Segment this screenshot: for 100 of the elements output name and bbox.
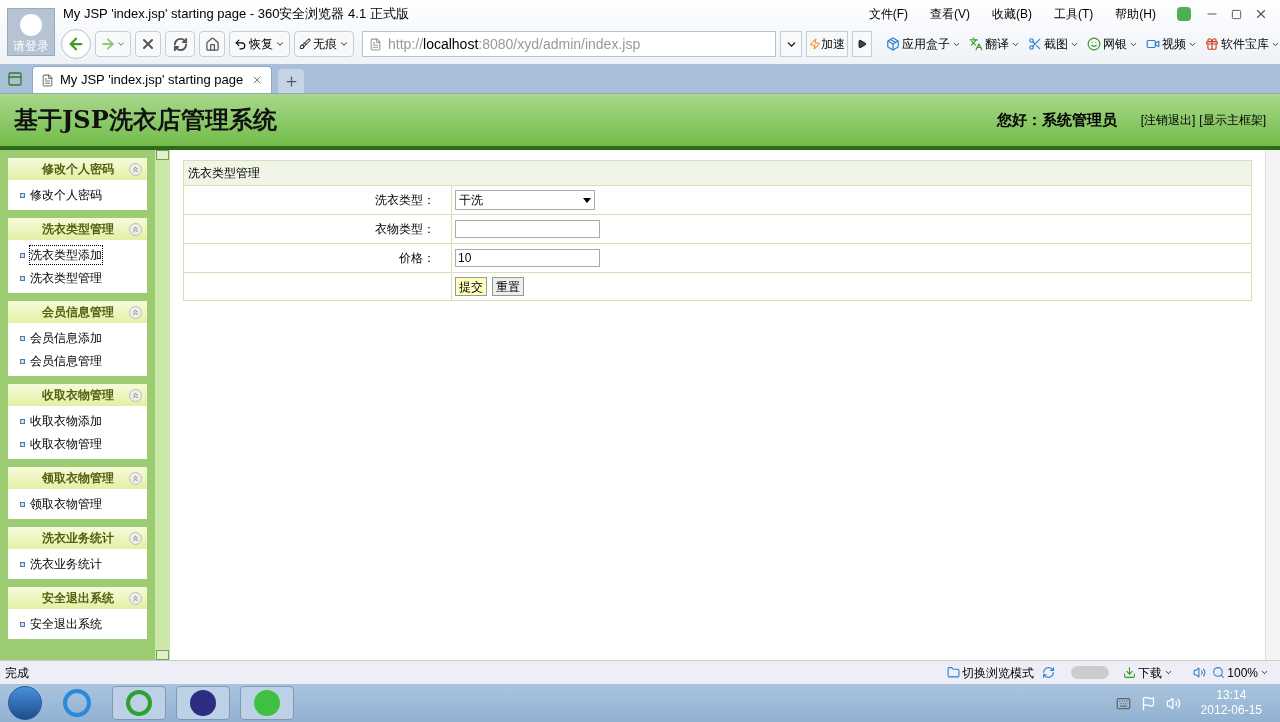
- private-mode-button[interactable]: 无痕: [294, 31, 354, 57]
- menu-item[interactable]: 收藏(B): [992, 5, 1032, 23]
- group-header[interactable]: 安全退出系统: [8, 587, 147, 609]
- x-icon: [140, 36, 156, 52]
- folder-icon: [947, 666, 961, 679]
- undo-icon: [234, 37, 247, 51]
- home-icon: [204, 36, 220, 52]
- sidebar-link[interactable]: 收取衣物管理: [30, 435, 102, 453]
- scrollbar[interactable]: [1265, 150, 1280, 660]
- sidebar-link[interactable]: 会员信息管理: [30, 352, 102, 370]
- zoom-button[interactable]: 100%: [1212, 663, 1269, 682]
- home-button[interactable]: [199, 31, 225, 57]
- video-icon: [1146, 37, 1160, 51]
- caret-icon: [275, 39, 285, 49]
- browser-icon[interactable]: [112, 686, 166, 720]
- sidebar-link[interactable]: 洗衣业务统计: [30, 555, 102, 573]
- collapse-icon[interactable]: [129, 162, 142, 176]
- dropdown-button[interactable]: [780, 31, 802, 57]
- header-link[interactable]: [显示主框架]: [1199, 111, 1266, 129]
- toolbar-tool[interactable]: 视频: [1146, 35, 1197, 53]
- refresh-button[interactable]: [165, 31, 195, 57]
- select-field[interactable]: 干洗: [455, 190, 595, 210]
- bullet-icon: [20, 561, 25, 567]
- volume-icon[interactable]: [1193, 666, 1207, 679]
- field-label: 价格：: [399, 250, 435, 267]
- group-header[interactable]: 收取衣物管理: [8, 384, 147, 406]
- bullet-icon: [20, 358, 25, 364]
- bullet-icon: [20, 192, 25, 198]
- input-field[interactable]: [455, 220, 600, 238]
- sidebar-link[interactable]: 领取衣物管理: [30, 495, 102, 513]
- accelerate-button[interactable]: 加速: [806, 31, 848, 57]
- group-header[interactable]: 会员信息管理: [8, 301, 147, 323]
- refresh-icon[interactable]: [1042, 666, 1056, 679]
- menu-item[interactable]: 文件(F): [868, 5, 908, 23]
- new-tab-button[interactable]: [278, 69, 304, 93]
- translate-icon: [969, 37, 983, 51]
- back-button[interactable]: [61, 29, 91, 59]
- caret-icon: [1164, 668, 1174, 677]
- toggle-icon[interactable]: [1071, 666, 1110, 679]
- collapse-icon[interactable]: [156, 650, 169, 660]
- sidebar-link[interactable]: 修改个人密码: [30, 186, 102, 204]
- cube-icon: [886, 37, 900, 51]
- collapse-icon[interactable]: [129, 471, 142, 485]
- sidebar-link[interactable]: 安全退出系统: [30, 615, 102, 633]
- page-icon: [41, 73, 54, 87]
- browse-mode-button[interactable]: 切换浏览模式: [947, 663, 1035, 682]
- form-title: 洗衣类型管理: [184, 161, 1251, 186]
- volume-icon[interactable]: [1165, 695, 1181, 711]
- play-icon: [857, 39, 867, 49]
- input-field[interactable]: 10: [455, 249, 600, 267]
- address-field[interactable]: http://localhost:8080/xyd/admin/index.jsp: [362, 31, 776, 57]
- stop-button[interactable]: [135, 31, 161, 57]
- tab-label: My JSP 'index.jsp' starting page: [60, 71, 245, 90]
- download-button[interactable]: 下载: [1123, 663, 1174, 682]
- form-button[interactable]: 提交: [455, 277, 487, 296]
- restore-button[interactable]: 恢复: [229, 31, 290, 57]
- page-icon: [369, 37, 382, 51]
- toolbar-tool[interactable]: 翻译: [969, 35, 1020, 53]
- collapse-icon[interactable]: [129, 591, 142, 605]
- bullet-icon: [20, 621, 25, 627]
- keyboard-icon[interactable]: [1115, 695, 1131, 711]
- sidebar-link[interactable]: 洗衣类型添加: [30, 246, 102, 264]
- group-header[interactable]: 洗衣业务统计: [8, 527, 147, 549]
- toolbar-tool[interactable]: 截图: [1028, 35, 1079, 53]
- form-button[interactable]: 重置: [492, 277, 524, 296]
- toolbar-tool[interactable]: 软件宝库: [1205, 35, 1280, 53]
- system-title: 基于JSP洗衣店管理系统: [14, 104, 277, 136]
- scissors-icon: [1028, 37, 1042, 51]
- restore-icon[interactable]: [1231, 8, 1242, 20]
- collapse-icon[interactable]: [129, 222, 142, 236]
- menu-item[interactable]: 帮助(H): [1115, 5, 1156, 23]
- bullet-icon: [20, 335, 25, 341]
- group-header[interactable]: 修改个人密码: [8, 158, 147, 180]
- bullet-icon: [20, 275, 25, 281]
- toolbar-tool[interactable]: 网银: [1087, 35, 1138, 53]
- go-button[interactable]: [852, 31, 872, 57]
- sidebar-link[interactable]: 洗衣类型管理: [30, 269, 102, 287]
- toolbar-tool[interactable]: 应用盒子: [886, 35, 961, 53]
- sidebar-link[interactable]: 会员信息添加: [30, 329, 102, 347]
- lightning-icon: [809, 38, 821, 50]
- close-icon[interactable]: [1254, 7, 1268, 21]
- header-link[interactable]: [注销退出]: [1140, 111, 1196, 129]
- menu-item[interactable]: 工具(T): [1054, 5, 1094, 23]
- magnifier-icon: [1212, 666, 1226, 679]
- collapse-icon[interactable]: [129, 531, 142, 545]
- group-header[interactable]: 领取衣物管理: [8, 467, 147, 489]
- download-icon: [1123, 666, 1137, 679]
- app-icon[interactable]: [240, 686, 294, 720]
- gift-icon: [1205, 37, 1219, 51]
- collapse-icon[interactable]: [156, 150, 169, 160]
- flag-icon[interactable]: [1140, 695, 1156, 711]
- group-header[interactable]: 洗衣类型管理: [8, 218, 147, 240]
- start-button[interactable]: [8, 686, 42, 720]
- menu-item[interactable]: 查看(V): [930, 5, 970, 23]
- collapse-icon[interactable]: [129, 388, 142, 402]
- sidebar-link[interactable]: 收取衣物添加: [30, 412, 102, 430]
- browser-tab[interactable]: My JSP 'index.jsp' starting page: [32, 66, 272, 93]
- field-label: 洗衣类型：: [375, 192, 435, 209]
- refresh-icon: [172, 36, 188, 52]
- collapse-icon[interactable]: [129, 305, 142, 319]
